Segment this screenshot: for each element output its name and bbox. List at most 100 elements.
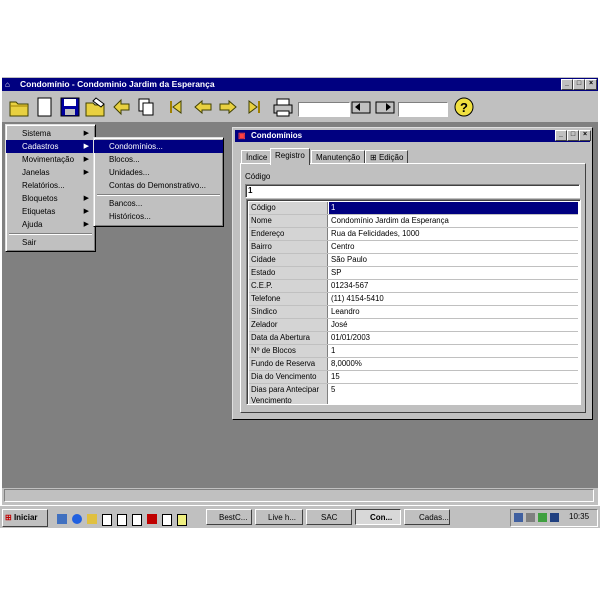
explorer-icon[interactable] bbox=[87, 514, 97, 524]
child-close-button[interactable]: × bbox=[579, 130, 591, 141]
submenu-item-bancos[interactable]: Bancos... bbox=[94, 197, 223, 210]
toolbar: ? bbox=[2, 92, 598, 122]
child-minimize-button[interactable]: _ bbox=[555, 130, 567, 141]
tab-edicao[interactable]: ⊞ Edição bbox=[365, 150, 409, 164]
menu-item-movimentacao[interactable]: Movimentação ▶ bbox=[6, 153, 95, 166]
submenu-item-condominios[interactable]: Condomínios... bbox=[94, 140, 223, 153]
table-row[interactable]: Dia do Vencimento 15 bbox=[249, 371, 578, 384]
search-field-1[interactable] bbox=[298, 102, 350, 117]
svg-text:?: ? bbox=[460, 100, 468, 115]
table-row[interactable]: Fundo de Reserva 8,0000% bbox=[249, 358, 578, 371]
table-row[interactable]: Estado SP bbox=[249, 267, 578, 280]
previous-record-icon[interactable] bbox=[192, 96, 214, 118]
table-row[interactable]: Bairro Centro bbox=[249, 241, 578, 254]
tab-indice[interactable]: Índice bbox=[241, 150, 273, 164]
table-row[interactable]: Cidade São Paulo bbox=[249, 254, 578, 267]
table-row[interactable]: Nº de Blocos 1 bbox=[249, 345, 578, 358]
start-label: Iniciar bbox=[13, 513, 38, 522]
minimize-button[interactable]: _ bbox=[561, 79, 573, 90]
help-icon[interactable]: ? bbox=[453, 96, 475, 118]
main-menu: Sistema ▶ Cadastros ▶ Movimentação ▶ Janela… bbox=[5, 124, 96, 252]
table-row[interactable]: Código 1 bbox=[249, 202, 578, 215]
printer-icon[interactable] bbox=[272, 96, 294, 118]
menu-item-ajuda[interactable]: Ajuda ▶ bbox=[6, 218, 95, 231]
open-folder-icon[interactable] bbox=[8, 96, 30, 118]
menu-item-etiquetas[interactable]: Etiquetas ▶ bbox=[6, 205, 95, 218]
submenu-item-blocos[interactable]: Blocos... bbox=[94, 153, 223, 166]
registro-panel: Código 1 Código 1 Nome Condomínio Jardim d… bbox=[240, 163, 586, 413]
search-field-2[interactable] bbox=[398, 102, 448, 117]
app-icon[interactable]: ⌂ bbox=[5, 80, 16, 89]
document-icon[interactable] bbox=[132, 514, 142, 526]
maximize-button[interactable]: □ bbox=[573, 79, 585, 90]
save-disk-icon[interactable] bbox=[59, 96, 81, 118]
tab-edicao-label: Edição bbox=[378, 153, 404, 162]
network-icon[interactable] bbox=[514, 513, 523, 522]
browser-icon[interactable] bbox=[72, 514, 82, 524]
main-title-bar[interactable]: ⌂ Condomínio - Condominio Jardim da Espe… bbox=[2, 78, 598, 91]
submenu-arrow-icon: ▶ bbox=[83, 130, 89, 137]
new-document-icon[interactable] bbox=[34, 96, 56, 118]
menu-item-janelas[interactable]: Janelas ▶ bbox=[6, 166, 95, 179]
menu-item-sistema[interactable]: Sistema ▶ bbox=[6, 127, 95, 140]
menu-item-bloquetos[interactable]: Bloquetos ▶ bbox=[6, 192, 95, 205]
taskbar-button-sac[interactable]: SAC bbox=[306, 509, 352, 525]
app-icon[interactable] bbox=[162, 514, 172, 526]
taskbar-button-live[interactable]: Live h... bbox=[255, 509, 303, 525]
record-icon: ▣ bbox=[238, 131, 246, 140]
table-row[interactable]: Zelador José bbox=[249, 319, 578, 332]
table-row[interactable]: Data da Abertura 01/01/2003 bbox=[249, 332, 578, 345]
condominios-window: ▣ Condomínios _ □ × Índice Registro Manu… bbox=[232, 127, 593, 420]
window-title: Condomínio - Condominio Jardim da Espera… bbox=[20, 79, 215, 89]
volume-icon[interactable] bbox=[526, 513, 535, 522]
windows-logo-icon: ⊞ bbox=[5, 513, 12, 522]
submenu-separator bbox=[97, 194, 220, 196]
close-button[interactable]: × bbox=[585, 79, 597, 90]
submenu-item-unidades[interactable]: Unidades... bbox=[94, 166, 223, 179]
code-input[interactable]: 1 bbox=[245, 184, 580, 198]
grid-icon: ⊞ bbox=[370, 153, 377, 162]
table-row[interactable]: Nome Condomínio Jardim da Esperança bbox=[249, 215, 578, 228]
table-row[interactable]: Dias para Antecipar Vencimento 5 bbox=[249, 384, 578, 404]
submenu-arrow-icon: ▶ bbox=[83, 208, 89, 215]
table-row[interactable]: C.E.P. 01234-567 bbox=[249, 280, 578, 293]
next-record-icon[interactable] bbox=[217, 96, 239, 118]
system-tray: 10:35 bbox=[510, 509, 598, 527]
document-icon[interactable] bbox=[102, 514, 112, 526]
menu-separator bbox=[9, 233, 92, 235]
table-row[interactable]: Telefone (11) 4154-5410 bbox=[249, 293, 578, 306]
start-button[interactable]: ⊞ Iniciar bbox=[2, 509, 48, 527]
first-record-icon[interactable] bbox=[166, 96, 188, 118]
search-back-icon[interactable] bbox=[350, 96, 372, 118]
menu-item-sair[interactable]: Sair bbox=[6, 236, 95, 249]
tab-manutencao[interactable]: Manutenção bbox=[311, 150, 366, 164]
document-icon[interactable] bbox=[117, 514, 127, 526]
tray-monitor-icon[interactable] bbox=[550, 513, 559, 522]
status-panel bbox=[4, 489, 594, 502]
taskbar-button-con[interactable]: Con... bbox=[355, 509, 401, 525]
notes-icon[interactable] bbox=[177, 514, 187, 526]
menu-item-relatorios[interactable]: Relatórios... bbox=[6, 179, 95, 192]
child-maximize-button[interactable]: □ bbox=[567, 130, 579, 141]
submenu-arrow-icon: ▶ bbox=[83, 143, 89, 150]
clock[interactable]: 10:35 bbox=[569, 512, 589, 521]
tab-registro[interactable]: Registro bbox=[270, 148, 310, 165]
database-icon[interactable] bbox=[147, 514, 157, 524]
undo-arrow-icon[interactable] bbox=[110, 96, 132, 118]
menu-item-cadastros[interactable]: Cadastros ▶ bbox=[6, 140, 95, 153]
condominios-title-bar[interactable]: ▣ Condomínios _ □ × bbox=[235, 130, 591, 142]
desktop-icon[interactable] bbox=[57, 514, 67, 524]
tray-app-icon[interactable] bbox=[538, 513, 547, 522]
submenu-item-contas[interactable]: Contas do Demonstrativo... bbox=[94, 179, 223, 192]
table-row[interactable]: Síndico Leandro bbox=[249, 306, 578, 319]
last-record-icon[interactable] bbox=[242, 96, 264, 118]
taskbar-button-bestc[interactable]: BestC... bbox=[206, 509, 252, 525]
taskbar-button-cadas[interactable]: Cadas... bbox=[404, 509, 450, 525]
code-label: Código bbox=[245, 172, 271, 181]
copy-records-icon[interactable] bbox=[136, 96, 158, 118]
edit-folder-icon[interactable] bbox=[84, 96, 106, 118]
table-row[interactable]: Endereço Rua da Felicidades, 1000 bbox=[249, 228, 578, 241]
submenu-item-historicos[interactable]: Históricos... bbox=[94, 210, 223, 223]
search-forward-icon[interactable] bbox=[374, 96, 396, 118]
record-grid[interactable]: Código 1 Nome Condomínio Jardim da Esperan… bbox=[246, 199, 581, 405]
